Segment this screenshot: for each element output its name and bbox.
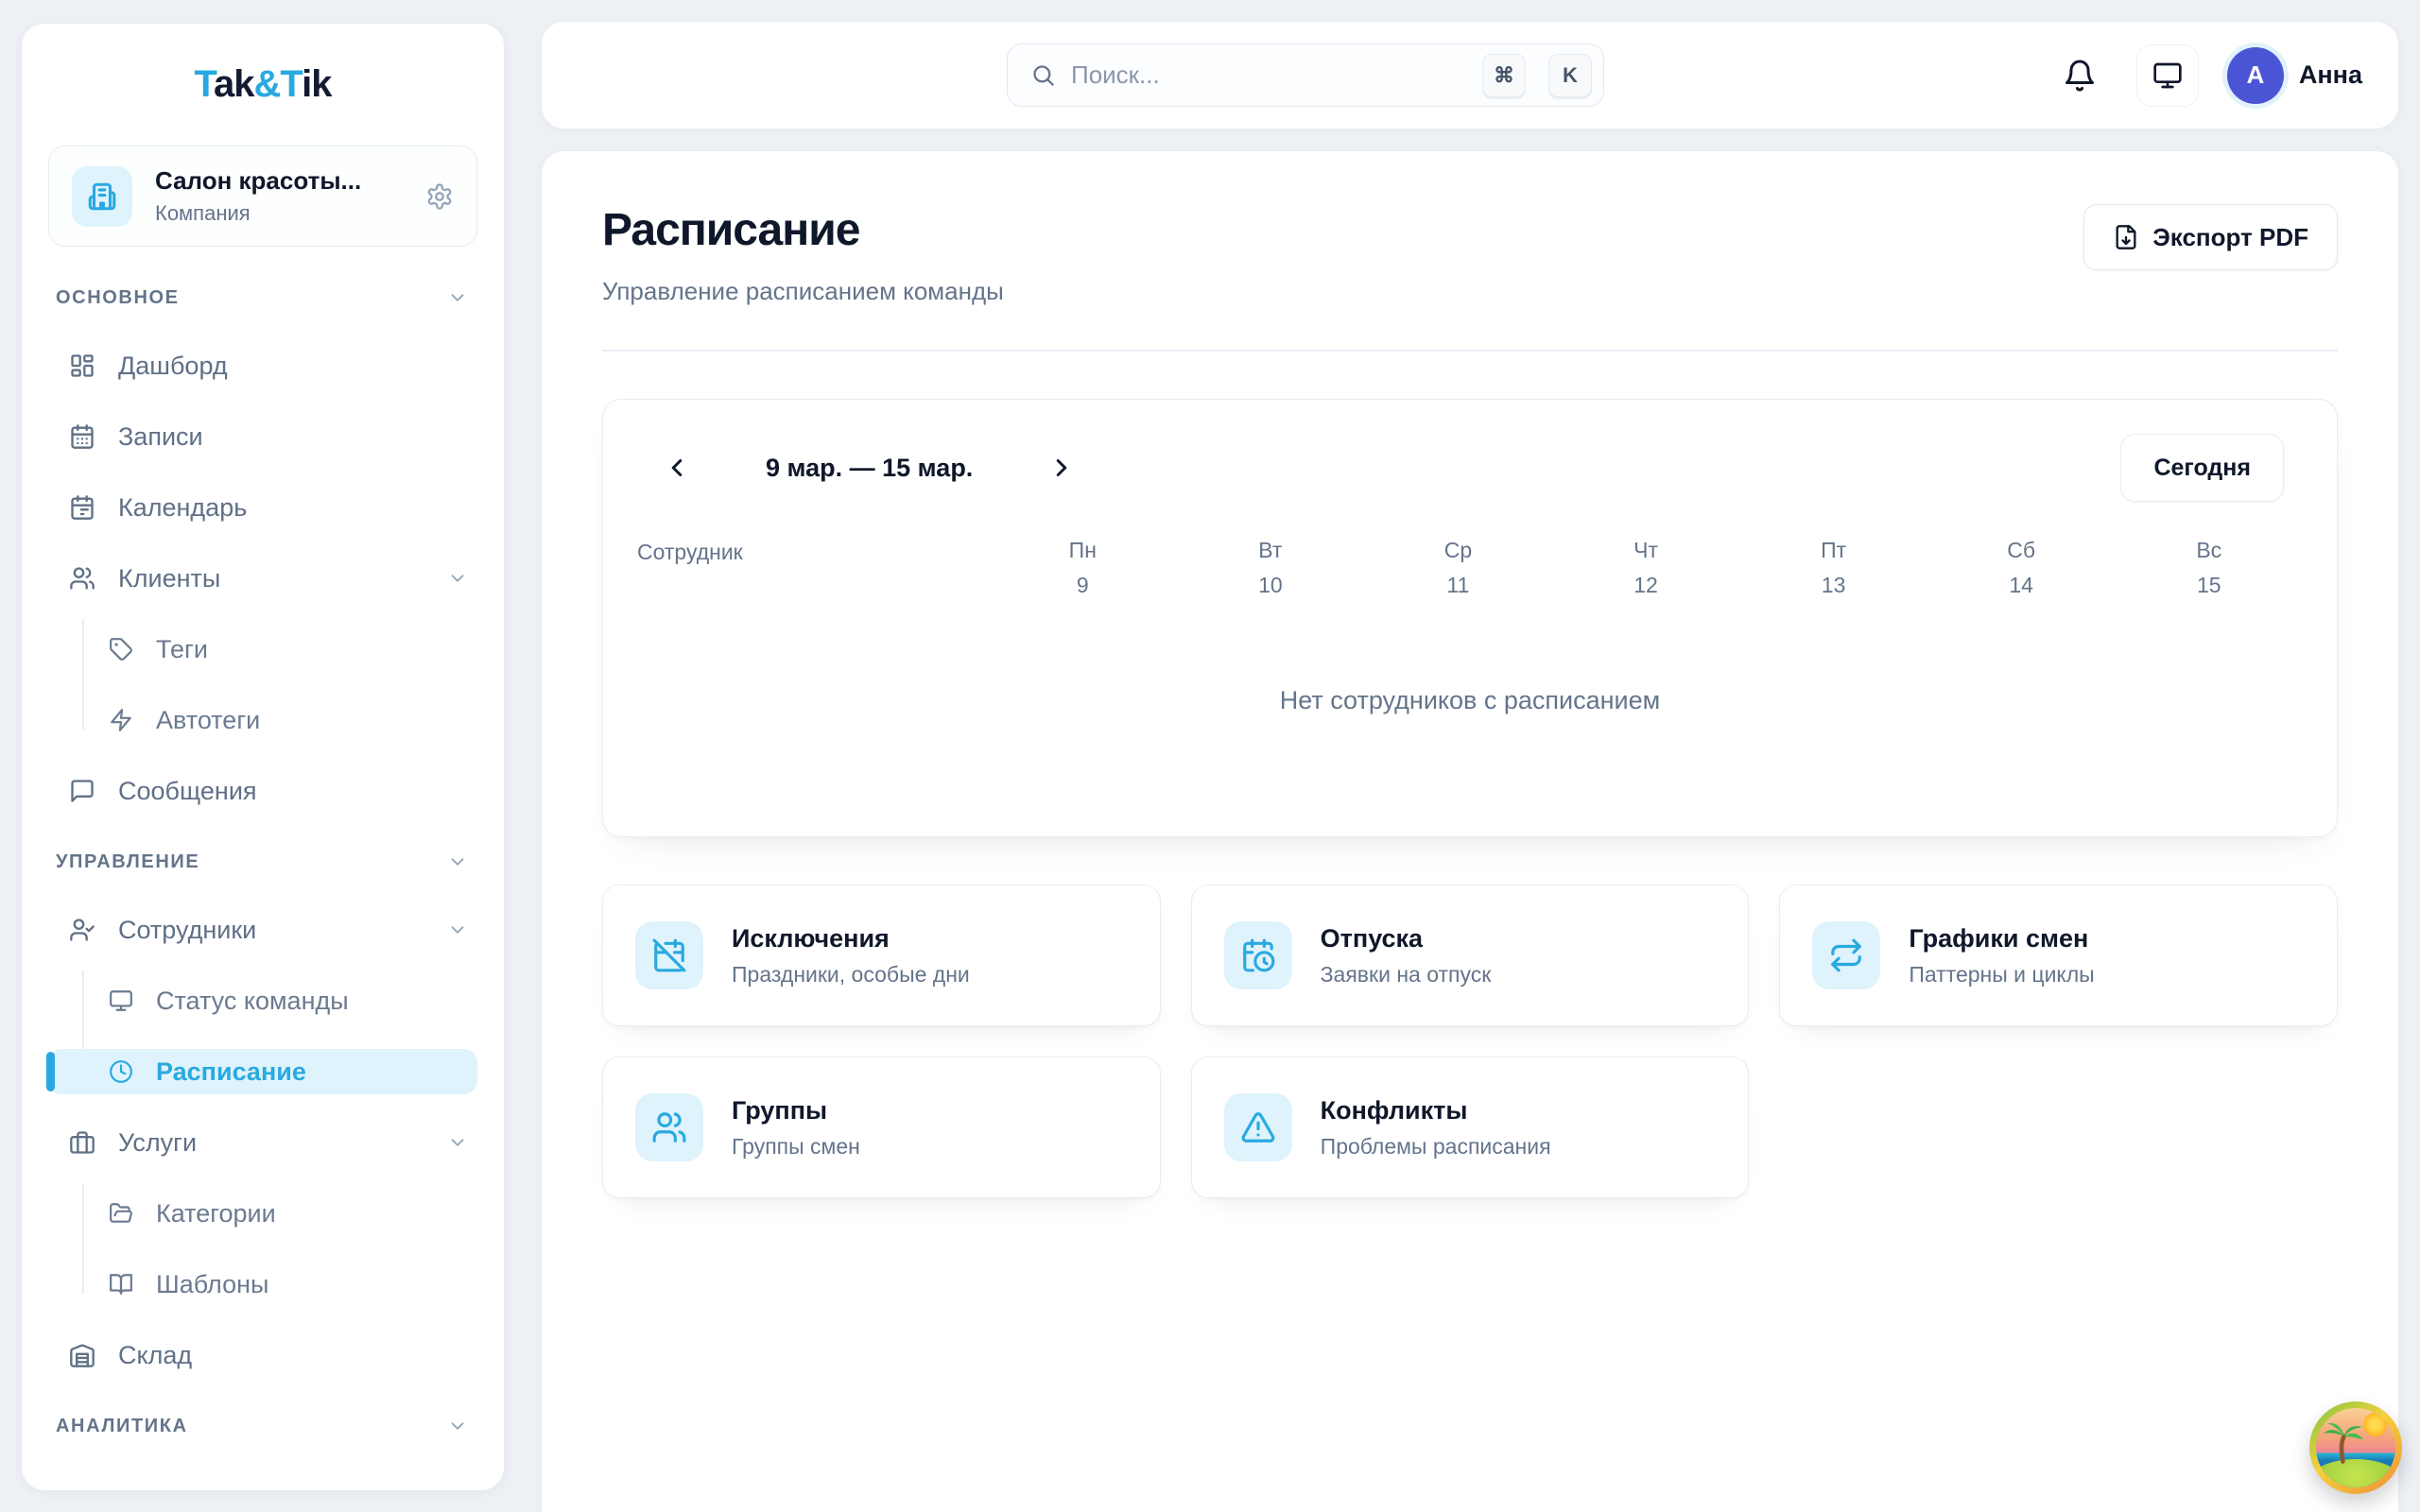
day-column-header: Чт12	[1552, 538, 1740, 598]
section-analytics-label: АНАЛИТИКА	[56, 1416, 188, 1437]
search-input[interactable]	[1071, 60, 1467, 90]
section-analytics[interactable]: АНАЛИТИКА	[48, 1403, 477, 1449]
sidebar-item-dashboard[interactable]: Дашборд	[48, 343, 477, 388]
company-type: Компания	[155, 201, 403, 226]
search-icon	[1030, 62, 1056, 88]
week-header-row: Сотрудник Пн9 Вт10 Ср11 Чт12 Пт13 Сб14 В…	[603, 538, 2337, 598]
calendar-off-icon	[635, 921, 703, 989]
day-column-header: Пт13	[1739, 538, 1927, 598]
users-icon	[69, 565, 95, 592]
users-icon	[635, 1093, 703, 1161]
sidebar-item-calendar[interactable]: Календарь	[48, 485, 477, 530]
bell-icon[interactable]	[2063, 59, 2097, 93]
alert-triangle-icon	[1224, 1093, 1292, 1161]
topbar: ⌘ K А Анна	[542, 22, 2398, 129]
zap-icon	[109, 708, 133, 732]
user-name: Анна	[2299, 60, 2362, 90]
sidebar-item-categories[interactable]: Категории	[48, 1191, 477, 1236]
week-schedule-card: 9 мар. — 15 мар. Сегодня Сотрудник Пн9 В…	[602, 399, 2338, 837]
dashboard-icon	[69, 352, 95, 379]
book-open-icon	[109, 1272, 133, 1297]
company-name: Салон красоты...	[155, 166, 403, 196]
day-column-header: Сб14	[1927, 538, 2116, 598]
section-main[interactable]: ОСНОВНОЕ	[48, 275, 477, 320]
island-widget-button[interactable]	[2309, 1401, 2402, 1494]
card-groups[interactable]: Группы Группы смен	[602, 1057, 1161, 1198]
sidebar-nav: ОСНОВНОЕ Дашборд Записи Календарь	[48, 275, 477, 1449]
chevron-down-icon	[447, 287, 468, 308]
empty-state-message: Нет сотрудников с расписанием	[603, 598, 2337, 802]
card-exceptions[interactable]: Исключения Праздники, особые дни	[602, 885, 1161, 1026]
card-shift-patterns[interactable]: Графики смен Паттерны и циклы	[1779, 885, 2338, 1026]
day-column-header: Вс15	[2115, 538, 2303, 598]
shortcut-k-key: K	[1548, 54, 1592, 97]
day-column-header: Ср11	[1364, 538, 1552, 598]
export-pdf-button[interactable]: Экспорт PDF	[2083, 204, 2338, 270]
day-column-header: Вт10	[1177, 538, 1365, 598]
tag-icon	[109, 637, 133, 662]
sidebar-item-services[interactable]: Услуги	[48, 1120, 477, 1165]
shortcut-cmd-key: ⌘	[1482, 54, 1526, 97]
sidebar-item-team-status[interactable]: Статус команды	[48, 978, 477, 1023]
card-vacations[interactable]: Отпуска Заявки на отпуск	[1191, 885, 1750, 1026]
page-title: Расписание	[602, 204, 1004, 256]
main-content: Расписание Управление расписанием команд…	[542, 151, 2398, 1512]
display-mode-button[interactable]	[2136, 44, 2199, 107]
divider	[602, 350, 2338, 352]
monitor-icon	[2152, 60, 2183, 91]
sidebar-item-schedule[interactable]: Расписание	[48, 1049, 477, 1094]
sidebar-item-tags[interactable]: Теги	[48, 627, 477, 672]
sidebar-item-clients[interactable]: Клиенты	[48, 556, 477, 601]
calendar-range-icon	[69, 494, 95, 521]
palm-tree-icon	[2316, 1416, 2367, 1467]
briefcase-icon	[69, 1129, 95, 1156]
section-main-label: ОСНОВНОЕ	[56, 287, 180, 309]
gear-icon[interactable]	[425, 182, 454, 211]
sidebar: Tak&Tik Салон красоты... Компания ОСНОВН…	[22, 24, 504, 1490]
clock-icon	[109, 1059, 133, 1084]
week-range-label: 9 мар. — 15 мар.	[766, 454, 973, 483]
user-check-icon	[69, 917, 95, 943]
warehouse-icon	[69, 1342, 95, 1368]
company-selector[interactable]: Салон красоты... Компания	[48, 146, 477, 247]
sidebar-item-autotags[interactable]: Автотеги	[48, 697, 477, 743]
sidebar-item-warehouse[interactable]: Склад	[48, 1332, 477, 1378]
monitor-icon	[109, 988, 133, 1013]
sidebar-item-employees[interactable]: Сотрудники	[48, 907, 477, 953]
file-download-icon	[2113, 224, 2139, 250]
chevron-down-icon	[447, 919, 468, 940]
employee-column-header: Сотрудник	[637, 538, 989, 598]
user-menu[interactable]: А Анна	[2227, 47, 2362, 104]
calendar-days-icon	[69, 423, 95, 450]
next-week-button[interactable]	[1041, 447, 1082, 489]
section-management-label: УПРАВЛЕНИЕ	[56, 851, 199, 873]
chevron-down-icon	[447, 851, 468, 872]
feature-cards: Исключения Праздники, особые дни Отпуска…	[602, 885, 2338, 1198]
avatar: А	[2227, 47, 2284, 104]
services-subgroup: Категории Шаблоны	[48, 1191, 477, 1307]
card-conflicts[interactable]: Конфликты Проблемы расписания	[1191, 1057, 1750, 1198]
sidebar-item-appointments[interactable]: Записи	[48, 414, 477, 459]
page-subtitle: Управление расписанием команды	[602, 277, 1004, 306]
repeat-icon	[1812, 921, 1880, 989]
search-input-wrapper[interactable]: ⌘ K	[1007, 43, 1604, 107]
day-column-header: Пн9	[989, 538, 1177, 598]
calendar-clock-icon	[1224, 921, 1292, 989]
today-button[interactable]: Сегодня	[2120, 434, 2284, 502]
chevron-down-icon	[447, 568, 468, 589]
clients-subgroup: Теги Автотеги	[48, 627, 477, 743]
section-management[interactable]: УПРАВЛЕНИЕ	[48, 839, 477, 885]
chevron-down-icon	[447, 1416, 468, 1436]
island-illustration	[2316, 1408, 2395, 1487]
message-square-icon	[69, 778, 95, 804]
employees-subgroup: Статус команды Расписание	[48, 978, 477, 1094]
app-logo: Tak&Tik	[48, 50, 477, 113]
chevron-down-icon	[447, 1132, 468, 1153]
sidebar-item-templates[interactable]: Шаблоны	[48, 1262, 477, 1307]
folder-open-icon	[109, 1201, 133, 1226]
building-icon	[72, 166, 132, 227]
sidebar-item-messages[interactable]: Сообщения	[48, 768, 477, 814]
prev-week-button[interactable]	[656, 447, 698, 489]
